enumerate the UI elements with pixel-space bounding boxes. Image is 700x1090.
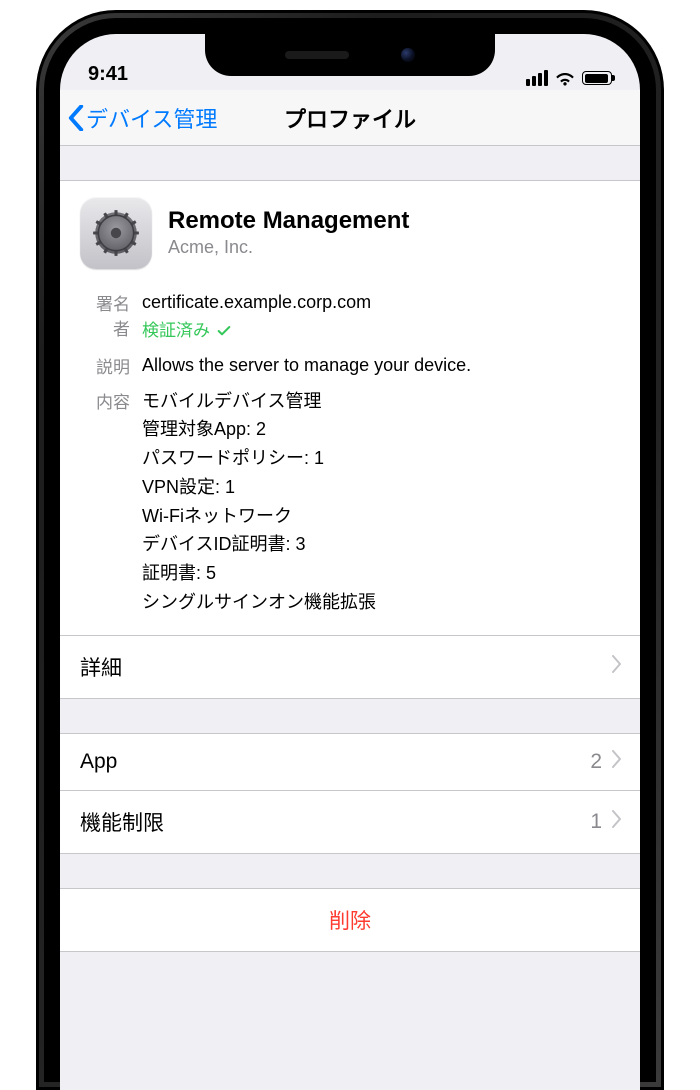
restrictions-label: 機能制限 bbox=[80, 807, 164, 837]
content-item: 管理対象App: 2 bbox=[142, 415, 620, 444]
content-item: モバイルデバイス管理 bbox=[142, 387, 620, 416]
battery-icon bbox=[582, 71, 612, 85]
status-time: 9:41 bbox=[88, 63, 128, 86]
signer-label: 署名者 bbox=[80, 289, 142, 344]
verified-badge: 検証済み bbox=[142, 318, 620, 344]
profile-name: Remote Management bbox=[168, 208, 409, 234]
navigation-bar: デバイス管理 プロファイル bbox=[60, 90, 640, 146]
cellular-signal-icon bbox=[524, 70, 548, 86]
details-row[interactable]: 詳細 bbox=[60, 636, 640, 699]
front-camera bbox=[401, 48, 415, 62]
chevron-right-icon bbox=[612, 750, 622, 774]
content-item: VPN設定: 1 bbox=[142, 473, 620, 502]
settings-gear-icon bbox=[80, 197, 152, 269]
speaker-grille bbox=[285, 51, 349, 59]
profile-organization: Acme, Inc. bbox=[168, 237, 409, 258]
delete-label: 削除 bbox=[329, 910, 371, 933]
description-value: Allows the server to manage your device. bbox=[142, 352, 620, 379]
notch bbox=[205, 34, 495, 76]
app-count: 2 bbox=[590, 750, 602, 774]
back-button[interactable]: デバイス管理 bbox=[68, 102, 217, 134]
content-item: パスワードポリシー: 1 bbox=[142, 444, 620, 473]
verified-label: 検証済み bbox=[142, 318, 210, 344]
description-label: 説明 bbox=[80, 352, 142, 379]
content-item: シングルサインオン機能拡張 bbox=[142, 588, 620, 617]
contents-label: 内容 bbox=[80, 387, 142, 617]
profile-info-cell: Remote Management Acme, Inc. 署名者 certifi… bbox=[60, 180, 640, 636]
restrictions-row[interactable]: 機能制限 1 bbox=[60, 790, 640, 853]
contents-list: モバイルデバイス管理 管理対象App: 2 パスワードポリシー: 1 VPN設定… bbox=[142, 387, 620, 617]
chevron-right-icon bbox=[612, 810, 622, 834]
content-item: 証明書: 5 bbox=[142, 559, 620, 588]
signer-value: certificate.example.corp.com bbox=[142, 289, 620, 316]
app-row[interactable]: App 2 bbox=[60, 733, 640, 790]
delete-button[interactable]: 削除 bbox=[60, 888, 640, 952]
restrictions-count: 1 bbox=[590, 810, 602, 834]
chevron-right-icon bbox=[612, 655, 622, 679]
details-label: 詳細 bbox=[80, 652, 122, 682]
checkmark-icon bbox=[216, 323, 232, 339]
phone-frame: 9:41 デバイス管理 プロファイル bbox=[36, 10, 664, 1090]
app-label: App bbox=[80, 750, 117, 774]
content-item: デバイスID証明書: 3 bbox=[142, 530, 620, 559]
wifi-icon bbox=[554, 70, 576, 86]
content-item: Wi-Fiネットワーク bbox=[142, 502, 620, 531]
back-button-label: デバイス管理 bbox=[86, 102, 217, 134]
